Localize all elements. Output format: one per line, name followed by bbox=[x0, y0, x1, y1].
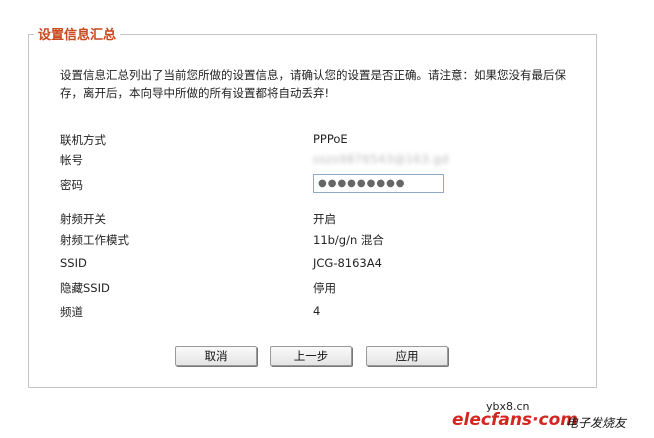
previous-step-button[interactable]: 上一步 bbox=[270, 346, 352, 366]
account-value: sszs9876543@163.gd bbox=[313, 152, 449, 166]
radio-switch-label: 射频开关 bbox=[60, 212, 106, 226]
ssid-value: JCG-8163A4 bbox=[313, 256, 382, 270]
connection-type-label: 联机方式 bbox=[60, 133, 106, 147]
ssid-label: SSID bbox=[60, 256, 87, 270]
cancel-button[interactable]: 取消 bbox=[175, 346, 257, 366]
password-field[interactable]: ●●●●●●●●● bbox=[313, 174, 444, 193]
watermark-logo: elecfans·com bbox=[452, 410, 578, 430]
radio-mode-label: 射频工作模式 bbox=[60, 233, 129, 247]
apply-button[interactable]: 应用 bbox=[366, 346, 448, 366]
channel-value: 4 bbox=[313, 304, 321, 318]
radio-mode-value: 11b/g/n 混合 bbox=[313, 233, 384, 247]
account-label: 帐号 bbox=[60, 153, 83, 167]
channel-label: 频道 bbox=[60, 305, 83, 319]
hide-ssid-label: 隐藏SSID bbox=[60, 281, 110, 295]
intro-text: 设置信息汇总列出了当前您所做的设置信息，请确认您的设置是否正确。请注意：如果您没… bbox=[60, 68, 566, 100]
watermark-chinese-text: 电子发烧友 bbox=[566, 416, 627, 430]
password-label: 密码 bbox=[60, 178, 83, 192]
hide-ssid-value: 停用 bbox=[313, 281, 336, 295]
connection-type-value: PPPoE bbox=[313, 132, 348, 146]
watermark-logo-text: elecfans bbox=[452, 410, 533, 430]
panel-title: 设置信息汇总 bbox=[34, 24, 121, 43]
radio-switch-value: 开启 bbox=[313, 212, 336, 226]
